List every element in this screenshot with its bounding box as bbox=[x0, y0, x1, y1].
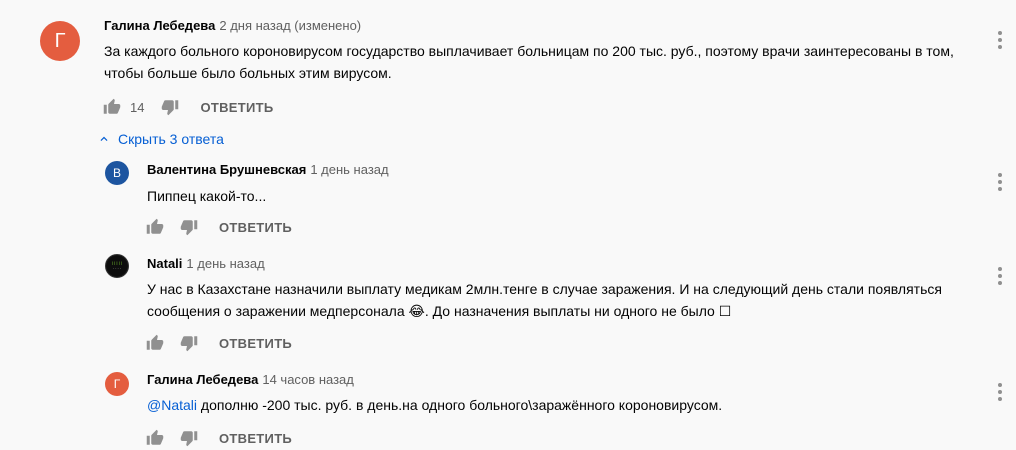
reply-item: ||||| .... Natali 1 день назад У нас в Ка… bbox=[0, 244, 1016, 356]
comment-actions: ОТВЕТИТЬ bbox=[143, 426, 292, 450]
thumb-down-icon bbox=[180, 220, 198, 236]
thumb-up-icon bbox=[146, 218, 164, 234]
dislike-button[interactable] bbox=[177, 426, 201, 450]
comment-actions: ОТВЕТИТЬ bbox=[143, 331, 292, 355]
thumb-up-icon bbox=[103, 98, 121, 114]
comment-actions: 14 ОТВЕТИТЬ bbox=[100, 95, 274, 119]
mention-link[interactable]: @Natali bbox=[147, 397, 197, 413]
avatar-letter: В bbox=[112, 166, 121, 180]
like-count: 14 bbox=[130, 99, 145, 115]
comment-menu-button[interactable] bbox=[988, 380, 1012, 404]
more-vert-icon bbox=[998, 31, 1002, 49]
dislike-button[interactable] bbox=[158, 95, 182, 119]
avatar-image-icon: ||||| .... bbox=[106, 255, 128, 277]
thumb-up-icon bbox=[146, 429, 164, 445]
comment-time[interactable]: 2 дня назад (изменено) bbox=[219, 18, 361, 33]
hide-replies-label: Скрыть 3 ответа bbox=[118, 131, 224, 147]
like-button[interactable] bbox=[143, 426, 167, 450]
more-vert-icon bbox=[998, 383, 1002, 401]
avatar[interactable]: Г bbox=[40, 21, 80, 61]
reply-button[interactable]: ОТВЕТИТЬ bbox=[200, 100, 273, 115]
avatar-letter: Г bbox=[113, 377, 121, 391]
comment-text: У нас в Казахстане назначили выплату мед… bbox=[147, 281, 942, 319]
comment-time[interactable]: 1 день назад bbox=[186, 256, 264, 271]
dislike-button[interactable] bbox=[177, 215, 201, 239]
avatar[interactable]: Г bbox=[105, 372, 129, 396]
comment-text: @Natali дополню -200 тыс. руб. в день.на… bbox=[147, 394, 967, 416]
comment-menu-button[interactable] bbox=[988, 264, 1012, 288]
thumb-down-icon bbox=[180, 431, 198, 447]
thumb-up-icon bbox=[146, 334, 164, 350]
reply-button[interactable]: ОТВЕТИТЬ bbox=[219, 431, 292, 446]
comment-author[interactable]: Natali bbox=[147, 256, 182, 271]
comment-header: Галина Лебедева 2 дня назад (изменено) bbox=[104, 18, 361, 33]
hide-replies-toggle[interactable]: Скрыть 3 ответа bbox=[92, 127, 224, 151]
reply-button[interactable]: ОТВЕТИТЬ bbox=[219, 220, 292, 235]
more-vert-icon bbox=[998, 173, 1002, 191]
reply-button[interactable]: ОТВЕТИТЬ bbox=[219, 336, 292, 351]
more-vert-icon bbox=[998, 267, 1002, 285]
thumb-down-icon bbox=[162, 100, 179, 116]
like-button[interactable] bbox=[143, 331, 167, 355]
comment-header: Валентина Брушневская 1 день назад bbox=[147, 162, 389, 177]
like-button[interactable] bbox=[100, 95, 124, 119]
avatar[interactable]: В bbox=[105, 161, 129, 185]
comment-header: Галина Лебедева 14 часов назад bbox=[147, 372, 354, 387]
comment-menu-button[interactable] bbox=[988, 170, 1012, 194]
avatar[interactable]: ||||| .... bbox=[105, 254, 129, 278]
reply-item: Г Галина Лебедева 14 часов назад @Natali … bbox=[0, 356, 1016, 450]
comment-time[interactable]: 1 день назад bbox=[310, 162, 388, 177]
comment-header: Natali 1 день назад bbox=[147, 256, 265, 271]
comment-text: Пиппец какой-то... bbox=[147, 188, 267, 204]
comment-author[interactable]: Валентина Брушневская bbox=[147, 162, 306, 177]
comment-menu-button[interactable] bbox=[988, 28, 1012, 52]
dislike-button[interactable] bbox=[177, 331, 201, 355]
comment-text: За каждого больного короновирусом госуда… bbox=[104, 43, 954, 81]
chevron-up-icon bbox=[92, 127, 116, 151]
reply-item: В Валентина Брушневская 1 день назад Пипп… bbox=[0, 152, 1016, 244]
comment-actions: ОТВЕТИТЬ bbox=[143, 215, 292, 239]
like-button[interactable] bbox=[143, 215, 167, 239]
comment-thread-main: Г Галина Лебедева 2 дня назад (изменено) … bbox=[0, 0, 1016, 125]
thumb-down-icon bbox=[180, 336, 198, 352]
comment-text-body: дополню -200 тыс. руб. в день.на одного … bbox=[197, 397, 723, 413]
avatar-letter: Г bbox=[54, 29, 66, 52]
comment-author[interactable]: Галина Лебедева bbox=[147, 372, 258, 387]
svg-text:....: .... bbox=[113, 266, 122, 270]
comment-time[interactable]: 14 часов назад bbox=[262, 372, 354, 387]
comment-author[interactable]: Галина Лебедева bbox=[104, 18, 215, 33]
svg-text:|||||: ||||| bbox=[111, 261, 122, 265]
